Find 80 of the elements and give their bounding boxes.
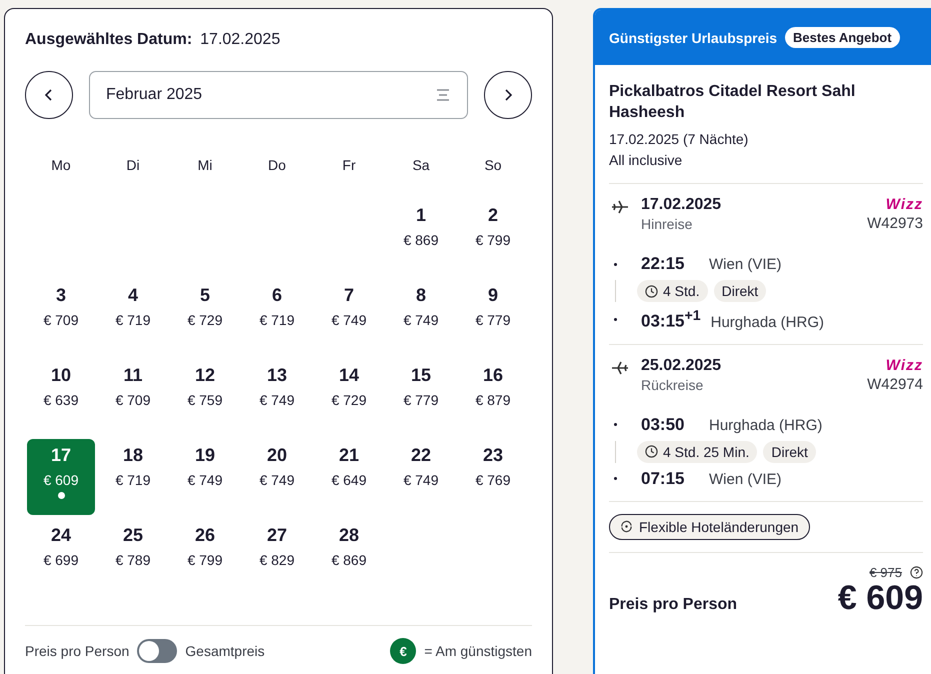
duration-chip: 4 Std. [637, 280, 708, 302]
calendar-day[interactable]: 19 € 749 [171, 439, 239, 515]
next-month-button[interactable] [484, 71, 532, 119]
stay-dates: 17.02.2025 (7 Nächte) [609, 130, 750, 149]
weekday-label: Do [267, 157, 287, 175]
hotel-name: Pickalbatros Citadel Resort Sahl Hasheesh [609, 82, 856, 123]
calendar-day[interactable]: 21 € 649 [315, 439, 383, 515]
departure-time: 03:50 [641, 414, 686, 435]
calendar-day[interactable]: 16 € 879 [459, 359, 527, 435]
calendar-day[interactable]: 1 € 869 [387, 199, 455, 275]
calendar-day[interactable]: 6 € 719 [243, 279, 311, 355]
airline-logo: Wizz [886, 356, 923, 374]
flight-number: W42974 [867, 376, 923, 393]
offer-title: Günstigster Urlaubspreis [609, 30, 778, 46]
flight-date: 17.02.2025 [641, 196, 722, 214]
old-price: € 975 [869, 564, 902, 580]
plane-icon [611, 199, 629, 215]
calendar-day[interactable]: 27 € 829 [243, 519, 311, 595]
calendar-day[interactable]: 26 € 799 [171, 519, 239, 595]
airline-logo: Wizz [886, 196, 923, 213]
price-toggle[interactable] [137, 639, 178, 663]
calendar-day[interactable]: 7 € 749 [315, 279, 383, 355]
calendar-day[interactable]: 18 € 719 [99, 439, 167, 515]
calendar-day[interactable]: 5 € 729 [171, 279, 239, 355]
feature-chip[interactable]: Flexible Hoteländerungen [609, 514, 810, 540]
calendar-day[interactable]: 2 € 799 [459, 199, 527, 275]
weekday-label: Di [125, 157, 141, 175]
departure-airport: Hurghada (HRG) [709, 416, 822, 434]
calendar-day[interactable]: 23 € 769 [459, 439, 527, 515]
clock-icon [645, 284, 658, 298]
previous-month-button[interactable] [25, 71, 73, 119]
calendar-day[interactable]: 4 € 719 [99, 279, 167, 355]
best-offer-badge: Bestes Angebot [785, 27, 900, 48]
price-label: Preis pro Person [609, 596, 738, 614]
filter-lines-icon [435, 88, 451, 102]
arrival-airport: Hurghada (HRG) [710, 314, 824, 331]
departure-time: 22:15 [641, 254, 686, 274]
calendar-day[interactable]: 20 € 749 [243, 439, 311, 515]
selected-date: 17.02.2025 [200, 31, 280, 49]
arrival-time: 03:15$^{+1}$ [641, 308, 701, 332]
calendar-day[interactable]: 17 € 609 [27, 439, 95, 515]
calendar-day[interactable]: 8 € 749 [387, 279, 455, 355]
calendar-day[interactable]: 15 € 779 [387, 359, 455, 435]
stops-chip: Direkt [714, 280, 766, 302]
legend-text: = Am günstigsten [424, 643, 532, 659]
clock-icon [645, 445, 658, 458]
calendar-day[interactable]: 9 € 779 [459, 279, 527, 355]
stops-chip: Direkt [763, 440, 816, 463]
calendar-day[interactable]: 22 € 749 [387, 439, 455, 515]
toggle-left-label: Preis pro Person [25, 643, 130, 659]
calendar-day[interactable]: 24 € 699 [27, 519, 95, 595]
flight-date: 25.02.2025 [641, 356, 722, 375]
flight-direction: Rückreise [641, 376, 704, 393]
weekday-label: Sa [411, 157, 431, 175]
flight-direction: Hinreise [641, 216, 694, 232]
calendar-day[interactable]: 10 € 639 [27, 359, 95, 435]
total-price: € 609 [838, 580, 923, 616]
arrival-time: 07:15 [641, 468, 686, 489]
weekday-label: Mi [196, 157, 214, 175]
flight-number: W42973 [867, 215, 923, 232]
board-type: All inclusive [609, 151, 684, 170]
calendar-day[interactable]: 13 € 749 [243, 359, 311, 435]
calendar-day[interactable]: 3 € 709 [27, 279, 95, 355]
weekday-label: So [483, 157, 503, 175]
calendar-day[interactable]: 14 € 729 [315, 359, 383, 435]
help-icon[interactable] [910, 566, 923, 579]
selected-date-label: Ausgewähltes Datum: [25, 31, 192, 49]
weekday-label: Fr [341, 157, 357, 175]
duration-chip: 4 Std. 25 Min. [637, 440, 758, 463]
month-select[interactable]: Februar 2025 [89, 71, 468, 119]
calendar-day[interactable]: 12 € 759 [171, 359, 239, 435]
toggle-right-label: Gesamtpreis [185, 643, 265, 659]
calendar-day[interactable]: 28 € 869 [315, 519, 383, 595]
cheapest-badge: € [390, 638, 416, 664]
calendar-day[interactable]: 25 € 789 [99, 519, 167, 595]
arrival-airport: Wien (VIE) [709, 470, 782, 488]
calendar-day[interactable]: 11 € 709 [99, 359, 167, 435]
weekday-label: Mo [50, 157, 72, 175]
plane-icon [611, 360, 629, 376]
departure-airport: Wien (VIE) [709, 256, 782, 273]
